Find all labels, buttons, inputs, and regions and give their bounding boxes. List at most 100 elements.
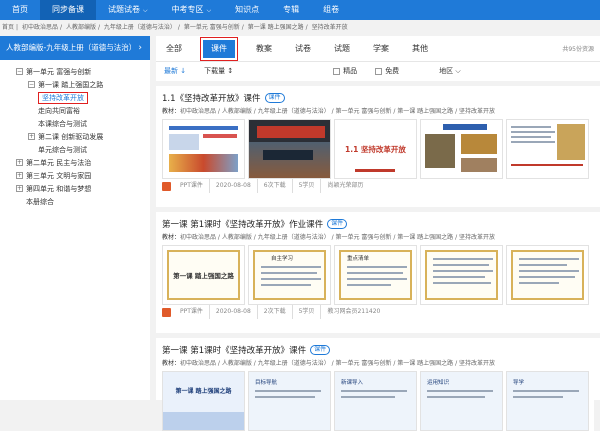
resource-card[interactable]: 第一课 第1课时《坚持改革开放》作业课件 课件 教材：初中政治思品 / 人教部编版… bbox=[162, 218, 594, 319]
breadcrumb-item[interactable]: 第一课 踏上强国之路 bbox=[248, 24, 304, 31]
tree-item-label: 第二单元 民主与法治 bbox=[26, 159, 92, 167]
tree-item-label: 第四单元 和谐与梦想 bbox=[26, 185, 92, 193]
slide-thumbnail[interactable] bbox=[506, 245, 589, 305]
divider bbox=[156, 333, 600, 338]
breadcrumb-item[interactable]: 第一单元 富强与创新 bbox=[184, 24, 240, 31]
resource-title[interactable]: 第一课 第1课时《坚持改革开放》作业课件 bbox=[162, 220, 323, 230]
resource-tabs: 全部 课件 教案 试卷 试题 学案 其他 共95份资源 bbox=[156, 36, 600, 62]
tree-item-book-review[interactable]: 本册综合 bbox=[0, 196, 150, 209]
collapse-icon[interactable]: − bbox=[28, 80, 35, 88]
free-filter[interactable]: 免费 bbox=[375, 66, 399, 76]
tree-item-label: 本课综合与测试 bbox=[38, 120, 87, 128]
slide-thumbnail[interactable]: 第一课 踏上强国之路 bbox=[162, 371, 245, 431]
collapse-icon[interactable]: − bbox=[16, 67, 23, 75]
breadcrumb-item[interactable]: 首页 bbox=[2, 24, 14, 31]
textbook-selector-label: 人教部编版-九年级上册（道德与法治） bbox=[6, 43, 137, 52]
nav-compose[interactable]: 组卷 bbox=[311, 0, 351, 20]
tree-item-reform-opening[interactable]: 坚持改革开放 bbox=[0, 92, 150, 105]
slide-thumbnail[interactable] bbox=[420, 119, 503, 179]
chevron-right-icon: › bbox=[138, 43, 142, 53]
expand-icon[interactable]: + bbox=[16, 158, 23, 166]
slide-thumbnail[interactable]: 自主学习 bbox=[248, 245, 331, 305]
chevron-down-icon: ⌵ bbox=[143, 7, 148, 14]
resource-title[interactable]: 第一课 第1课时《坚持改革开放》课件 bbox=[162, 346, 306, 356]
tab-study-guides[interactable]: 学案 bbox=[371, 40, 391, 58]
slide-thumbnail[interactable] bbox=[506, 119, 589, 179]
preview-thumbnails: 第一课 踏上强国之路 目标导航 新课导入 运用知识 导学 bbox=[162, 371, 594, 431]
premium-label: 精品 bbox=[343, 67, 358, 75]
slide-thumbnail[interactable]: 重点清单 bbox=[334, 245, 417, 305]
tree-item-common-prosperity[interactable]: 走向共同富裕 bbox=[0, 105, 150, 118]
slide-thumbnail[interactable]: 第一课 踏上强国之路 bbox=[162, 245, 245, 305]
resource-card[interactable]: 1.1《坚持改革开放》课件 课件 教材：初中政治思品 / 人教部编版 / 九年级上… bbox=[162, 92, 594, 193]
premium-filter[interactable]: 精品 bbox=[333, 66, 357, 76]
sort-newest[interactable]: 最新 ↓ bbox=[164, 66, 186, 76]
slide-thumbnail[interactable] bbox=[248, 119, 331, 179]
tab-papers[interactable]: 试卷 bbox=[293, 40, 313, 58]
nav-albums[interactable]: 专辑 bbox=[271, 0, 311, 20]
slide-thumbnail[interactable]: 导学 bbox=[506, 371, 589, 431]
resource-card[interactable]: 第一课 第1课时《坚持改革开放》课件 课件 教材：初中政治思品 / 人教部编版 /… bbox=[162, 344, 594, 431]
tree-item-label: 第三单元 文明与家园 bbox=[26, 172, 92, 180]
slide-thumbnail[interactable]: 目标导航 bbox=[248, 371, 331, 431]
tab-courseware[interactable]: 课件 bbox=[200, 36, 238, 61]
nav-exams[interactable]: 试题试卷 ⌵ bbox=[96, 0, 160, 20]
tree-item-label: 本册综合 bbox=[26, 198, 54, 206]
tree-item-unit4[interactable]: + 第四单元 和谐与梦想 bbox=[0, 183, 150, 196]
breadcrumb-item[interactable]: 初中政治思品 bbox=[22, 24, 58, 31]
expand-icon[interactable]: + bbox=[28, 132, 35, 140]
expand-icon[interactable]: + bbox=[16, 184, 23, 192]
type-badge: 课件 bbox=[264, 92, 285, 103]
ppt-file-icon bbox=[162, 181, 171, 191]
tree-item-unit2[interactable]: + 第二单元 民主与法治 bbox=[0, 157, 150, 170]
download-count: 2次下载 bbox=[258, 305, 293, 319]
tree-item-lesson1[interactable]: − 第一课 踏上强国之路 bbox=[0, 79, 150, 92]
nav-home[interactable]: 首页 bbox=[0, 0, 40, 20]
price: 5学贝 bbox=[293, 179, 322, 193]
tree-item-unit3[interactable]: + 第三单元 文明与家园 bbox=[0, 170, 150, 183]
slide-thumbnail[interactable]: 新课导入 bbox=[334, 371, 417, 431]
slide-title-text: 第一课 踏上强国之路 bbox=[175, 388, 232, 395]
tab-all[interactable]: 全部 bbox=[164, 40, 184, 58]
slide-thumbnail[interactable] bbox=[420, 245, 503, 305]
tree-item-label: 坚持改革开放 bbox=[38, 92, 88, 104]
slide-thumbnail[interactable] bbox=[162, 119, 245, 179]
path-text: 初中政治思品 / 人教部编版 / 九年级上册（道德与法治） / 第一单元 富强与… bbox=[180, 108, 496, 115]
type-badge: 课件 bbox=[327, 218, 348, 229]
tree-item-label: 第一课 踏上强国之路 bbox=[38, 81, 104, 89]
upload-date: 2020-08-08 bbox=[210, 179, 258, 193]
nav-sync-lessons[interactable]: 同步备课 bbox=[40, 0, 96, 20]
breadcrumb-item[interactable]: 九年级上册（道德与法治） bbox=[104, 24, 176, 31]
tree-item-lesson-review[interactable]: 本课综合与测试 bbox=[0, 118, 150, 131]
sort-downloads[interactable]: 下载量 ↕ bbox=[204, 66, 233, 76]
nav-zhongkao[interactable]: 中考专区 ⌵ bbox=[160, 0, 224, 20]
tab-lesson-plans[interactable]: 教案 bbox=[254, 40, 274, 58]
path-label: 教材： bbox=[162, 234, 181, 241]
tab-other[interactable]: 其他 bbox=[410, 40, 430, 58]
slide-thumbnail[interactable]: 1.1 坚持改革开放 bbox=[334, 119, 417, 179]
download-count: 6次下载 bbox=[258, 179, 293, 193]
tree-item-unit1[interactable]: − 第一单元 富强与创新 bbox=[0, 66, 150, 79]
path-label: 教材： bbox=[162, 360, 181, 367]
uploader[interactable]: 教习网会员211420 bbox=[321, 305, 386, 319]
slide-thumbnail[interactable]: 运用知识 bbox=[420, 371, 503, 431]
region-dropdown[interactable]: 地区 ⌵ bbox=[439, 66, 461, 76]
tree-item-unit-review[interactable]: 单元综合与测试 bbox=[0, 144, 150, 157]
breadcrumb: 首页 | 初中政治思品 / 人教部编版 / 九年级上册（道德与法治） / 第一单元 富强… bbox=[2, 24, 348, 31]
uploader[interactable]: 尚颖光荣部历 bbox=[321, 179, 369, 193]
breadcrumb-item: 坚持改革开放 bbox=[311, 24, 348, 31]
premium-checkbox[interactable] bbox=[333, 67, 341, 75]
resource-meta: PPT课件 2020-08-08 6次下载 5学贝 尚颖光荣部历 bbox=[162, 179, 594, 193]
resource-title-row: 1.1《坚持改革开放》课件 课件 bbox=[162, 92, 594, 106]
nav-knowledge[interactable]: 知识点 bbox=[223, 0, 271, 20]
breadcrumb-item[interactable]: 人教部编版 bbox=[66, 24, 96, 31]
tree-item-lesson2[interactable]: + 第二课 创新驱动发展 bbox=[0, 131, 150, 144]
textbook-selector[interactable]: 人教部编版-九年级上册（道德与法治） › bbox=[0, 36, 150, 60]
expand-icon[interactable]: + bbox=[16, 171, 23, 179]
path-text: 初中政治思品 / 人教部编版 / 九年级上册（道德与法治） / 第一单元 富强与… bbox=[180, 234, 496, 241]
slide-heading: 重点清单 bbox=[347, 256, 370, 262]
free-checkbox[interactable] bbox=[375, 67, 383, 75]
resource-title[interactable]: 1.1《坚持改革开放》课件 bbox=[162, 94, 261, 104]
resource-title-row: 第一课 第1课时《坚持改革开放》课件 课件 bbox=[162, 344, 594, 358]
tab-questions[interactable]: 试题 bbox=[332, 40, 352, 58]
